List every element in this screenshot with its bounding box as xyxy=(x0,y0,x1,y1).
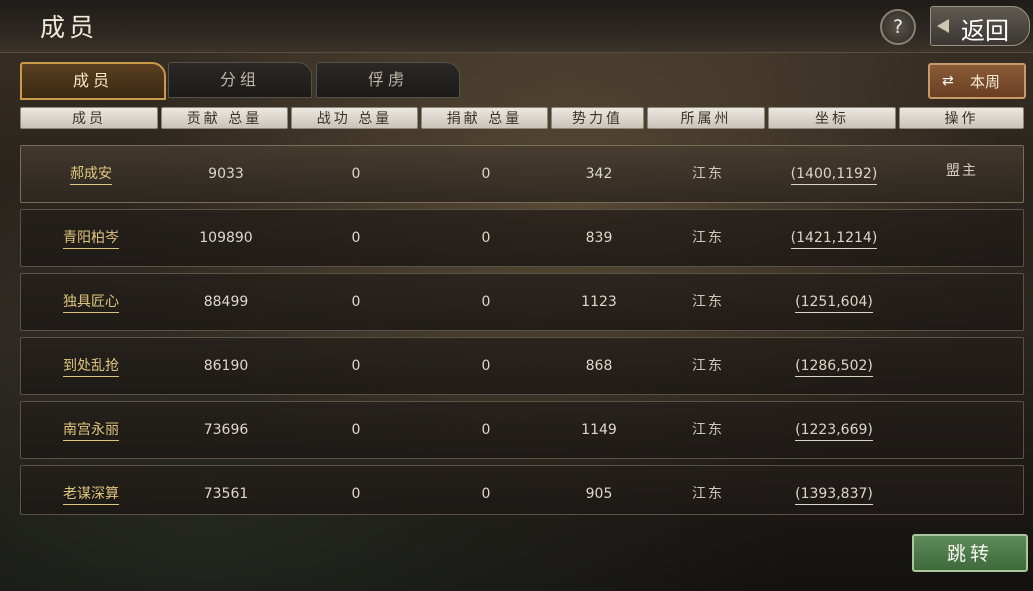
power-value: 1123 xyxy=(581,294,617,310)
help-button[interactable]: ? xyxy=(880,9,916,45)
column-header-power[interactable]: 势力值 xyxy=(551,107,644,129)
table-row[interactable]: 南宫永丽 73696 0 0 1149 江东 (1223,669) xyxy=(20,401,1024,459)
member-name[interactable]: 青阳柏岑 xyxy=(21,210,161,266)
merit-value: 0 xyxy=(351,294,361,310)
column-header-member[interactable]: 成员 xyxy=(20,107,158,129)
donation-value: 0 xyxy=(481,486,491,502)
role-label xyxy=(899,402,1025,458)
coordinate-link[interactable]: (1286,502) xyxy=(769,338,899,394)
power-value: 868 xyxy=(585,358,613,374)
help-icon: ? xyxy=(892,16,904,38)
contribution-value: 109890 xyxy=(199,230,253,246)
donation-value: 0 xyxy=(481,294,491,310)
role-label xyxy=(899,338,1025,394)
power-value: 905 xyxy=(585,486,613,502)
state-value: 江东 xyxy=(692,294,724,310)
coordinate-link[interactable]: (1421,1214) xyxy=(769,210,899,266)
donation-value: 0 xyxy=(481,166,491,182)
contribution-value: 88499 xyxy=(203,294,249,310)
merit-value: 0 xyxy=(351,486,361,502)
back-arrow-icon xyxy=(937,19,949,33)
contribution-value: 73696 xyxy=(203,422,249,438)
donation-value: 0 xyxy=(481,422,491,438)
coordinate-link[interactable]: (1400,1192) xyxy=(769,146,899,202)
power-value: 839 xyxy=(585,230,613,246)
page-title: 成员 xyxy=(40,13,99,42)
contribution-value: 9033 xyxy=(208,166,244,182)
table-row[interactable]: 到处乱抢 86190 0 0 868 江东 (1286,502) xyxy=(20,337,1024,395)
table-row[interactable]: 老谋深算 73561 0 0 905 江东 (1393,837) xyxy=(20,465,1024,515)
contribution-value: 73561 xyxy=(203,486,249,502)
coordinate-link[interactable]: (1251,604) xyxy=(769,274,899,330)
table-row[interactable]: 独具匠心 88499 0 0 1123 江东 (1251,604) xyxy=(20,273,1024,331)
back-button[interactable]: 返回 xyxy=(930,6,1030,46)
merit-value: 0 xyxy=(351,166,361,182)
column-header-contribution[interactable]: 贡献 总量 xyxy=(161,107,288,129)
state-value: 江东 xyxy=(692,422,724,438)
tab-members[interactable]: 成员 xyxy=(20,62,166,100)
column-header-action: 操作 xyxy=(899,107,1024,129)
table-row[interactable]: 郝成安 9033 0 0 342 江东 (1400,1192) 盟主 xyxy=(20,145,1024,203)
jump-button[interactable]: 跳转 xyxy=(912,534,1028,572)
column-header-donation[interactable]: 捐献 总量 xyxy=(421,107,548,129)
merit-value: 0 xyxy=(351,358,361,374)
role-label xyxy=(899,274,1025,330)
member-name[interactable]: 到处乱抢 xyxy=(21,338,161,394)
contribution-value: 86190 xyxy=(203,358,249,374)
state-value: 江东 xyxy=(692,486,724,502)
period-toggle-button[interactable]: ⇄ 本周 xyxy=(928,63,1026,99)
column-header-merit[interactable]: 战功 总量 xyxy=(291,107,418,129)
back-label: 返回 xyxy=(961,17,1009,45)
period-label: 本周 xyxy=(970,73,1001,91)
role-label: 盟主 xyxy=(946,163,978,179)
member-name[interactable]: 南宫永丽 xyxy=(21,402,161,458)
power-value: 342 xyxy=(585,166,613,182)
member-name[interactable]: 老谋深算 xyxy=(21,466,161,522)
role-label xyxy=(899,210,1025,266)
top-bar: 成员 ? 返回 xyxy=(0,0,1033,53)
coordinate-link[interactable]: (1223,669) xyxy=(769,402,899,458)
tab-groups[interactable]: 分组 xyxy=(168,62,312,98)
column-header-state[interactable]: 所属州 xyxy=(647,107,765,129)
power-value: 1149 xyxy=(581,422,617,438)
swap-arrows-icon: ⇄ xyxy=(942,73,954,89)
merit-value: 0 xyxy=(351,422,361,438)
state-value: 江东 xyxy=(692,166,724,182)
member-name[interactable]: 郝成安 xyxy=(21,146,161,202)
tab-captives[interactable]: 俘虏 xyxy=(316,62,460,98)
table-row[interactable]: 青阳柏岑 109890 0 0 839 江东 (1421,1214) xyxy=(20,209,1024,267)
column-header-coordinate[interactable]: 坐标 xyxy=(768,107,896,129)
coordinate-link[interactable]: (1393,837) xyxy=(769,466,899,522)
merit-value: 0 xyxy=(351,230,361,246)
member-name[interactable]: 独具匠心 xyxy=(21,274,161,330)
donation-value: 0 xyxy=(481,230,491,246)
donation-value: 0 xyxy=(481,358,491,374)
role-label xyxy=(899,466,1025,522)
state-value: 江东 xyxy=(692,230,724,246)
state-value: 江东 xyxy=(692,358,724,374)
table-header: 成员 贡献 总量 战功 总量 捐献 总量 势力值 所属州 坐标 操作 xyxy=(0,107,1033,129)
